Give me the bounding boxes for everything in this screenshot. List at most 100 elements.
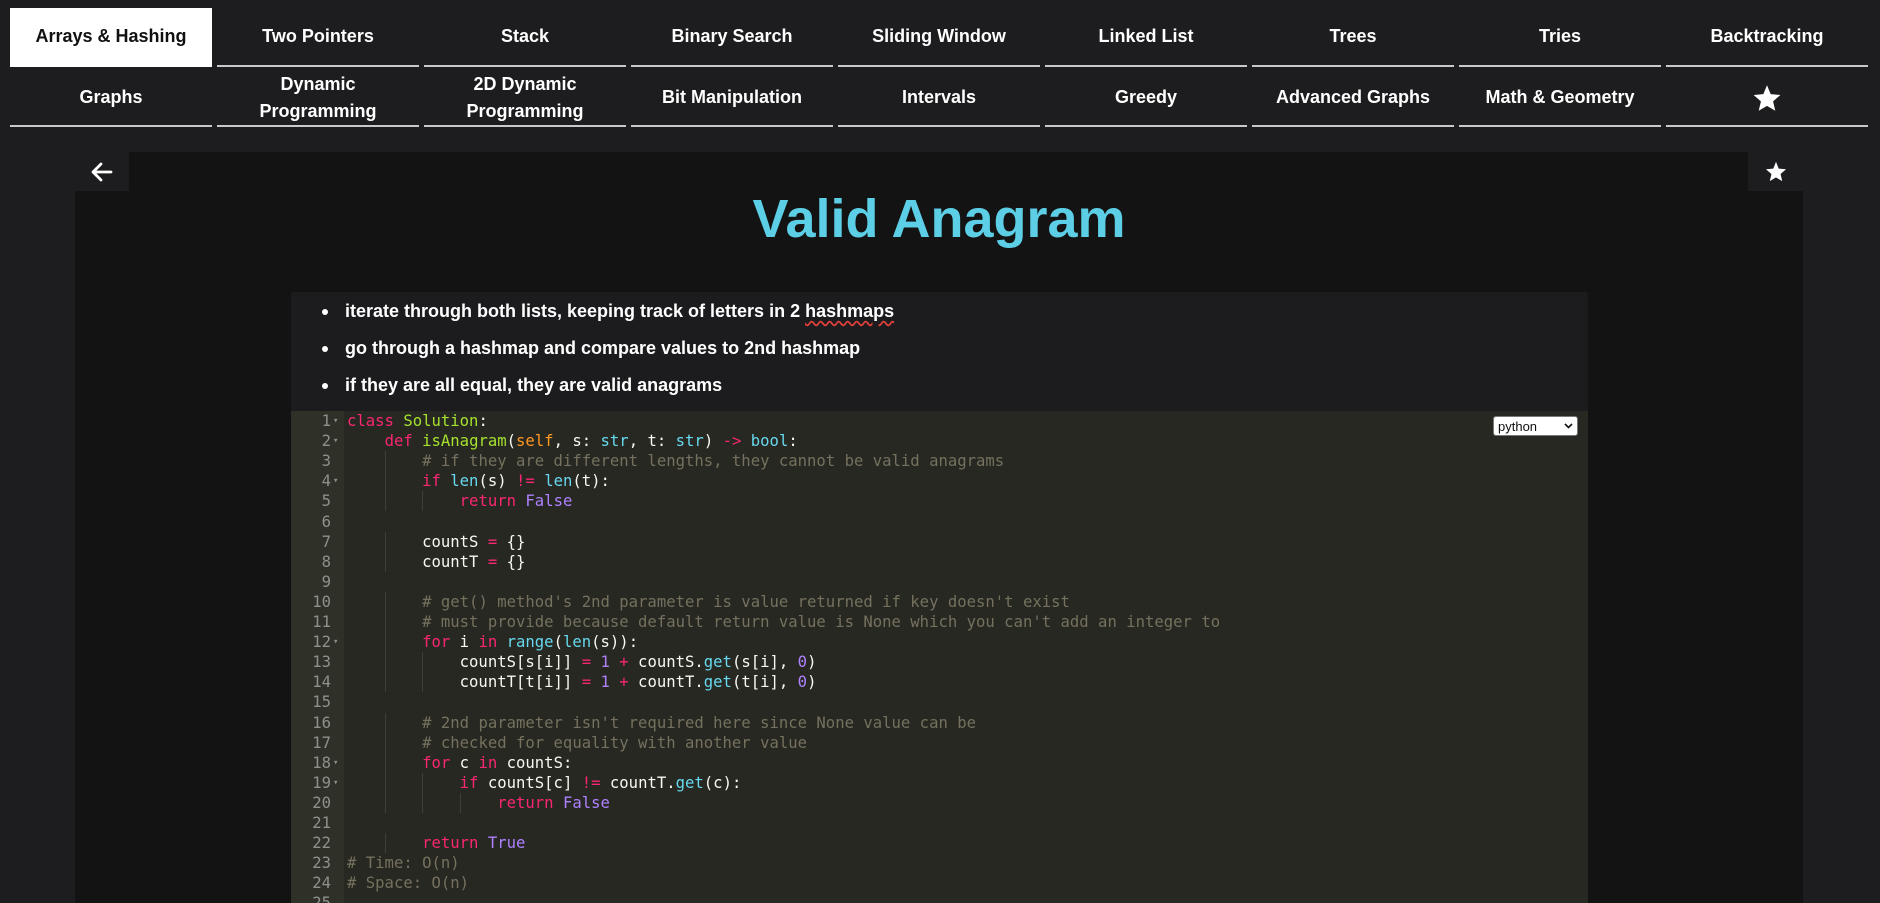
note-text: iterate through both lists, keeping trac… bbox=[345, 301, 806, 321]
code-line[interactable]: 4 ▾ if len(s) != len(t): bbox=[291, 471, 1588, 491]
code-text: # get() method's 2nd parameter is value … bbox=[422, 592, 1070, 611]
favorite-button[interactable] bbox=[1748, 152, 1803, 191]
indent-guide bbox=[422, 672, 424, 693]
line-number: 13 bbox=[312, 653, 331, 672]
line-number: 17 bbox=[312, 733, 331, 752]
approach-note: iterate through both lists, keeping trac… bbox=[291, 300, 1588, 337]
tab-dynamic-programming[interactable]: Dynamic Programming bbox=[217, 70, 419, 127]
code-line[interactable]: 15 bbox=[291, 692, 1588, 712]
code-text: # 2nd parameter isn't required here sinc… bbox=[422, 713, 977, 732]
code-line[interactable]: 19 ▾ if countS[c] != countT.get(c): bbox=[291, 773, 1588, 793]
code-line[interactable]: 8 countT = {} bbox=[291, 552, 1588, 572]
indent-guide bbox=[459, 792, 461, 813]
code-line[interactable]: 23 # Time: O(n) bbox=[291, 853, 1588, 873]
code-line[interactable]: 7 countS = {} bbox=[291, 532, 1588, 552]
line-number: 10 bbox=[312, 592, 331, 611]
code-line[interactable]: 25 bbox=[291, 893, 1588, 903]
tab-favorites[interactable] bbox=[1666, 70, 1868, 127]
code-line[interactable]: 10 # get() method's 2nd parameter is val… bbox=[291, 592, 1588, 612]
indent-guide bbox=[384, 471, 386, 492]
tab-arrays-and-hashing[interactable]: Arrays & Hashing bbox=[10, 8, 212, 67]
fold-arrow-icon[interactable]: ▾ bbox=[333, 632, 338, 652]
tab-2d-dynamic-programming[interactable]: 2D Dynamic Programming bbox=[424, 70, 626, 127]
problem-panel: Valid Anagram iterate through both lists… bbox=[75, 152, 1803, 903]
fold-arrow-icon[interactable]: ▾ bbox=[333, 753, 338, 773]
code-text: # Time: O(n) bbox=[347, 854, 460, 873]
indent-guide bbox=[384, 712, 386, 733]
line-number: 4 bbox=[321, 472, 331, 491]
tab-greedy[interactable]: Greedy bbox=[1045, 70, 1247, 127]
code-text: for c in countS: bbox=[422, 753, 573, 772]
code-line[interactable]: 24 # Space: O(n) bbox=[291, 873, 1588, 893]
topic-nav-row-2: Graphs Dynamic Programming 2D Dynamic Prog… bbox=[10, 70, 1868, 127]
code-line[interactable]: 12 ▾ for i in range(len(s)): bbox=[291, 632, 1588, 652]
code-text: class Solution: bbox=[347, 412, 488, 430]
tab-label: Stack bbox=[500, 26, 550, 46]
tab-backtracking[interactable]: Backtracking bbox=[1666, 8, 1868, 67]
tab-label: Graphs bbox=[79, 87, 143, 107]
tab-label: Tries bbox=[1538, 26, 1582, 46]
language-select[interactable]: python bbox=[1493, 416, 1578, 436]
tab-bit-manipulation[interactable]: Bit Manipulation bbox=[631, 70, 833, 127]
code-line[interactable]: 16 # 2nd parameter isn't required here s… bbox=[291, 713, 1588, 733]
tab-math-and-geometry[interactable]: Math & Geometry bbox=[1459, 70, 1661, 127]
indent-guide bbox=[422, 792, 424, 813]
code-text: if countS[c] != countT.get(c): bbox=[459, 773, 742, 792]
line-number: 18 bbox=[312, 753, 331, 772]
indent-guide bbox=[384, 612, 386, 633]
tab-graphs[interactable]: Graphs bbox=[10, 70, 212, 127]
code-line[interactable]: 21 bbox=[291, 813, 1588, 833]
tab-sliding-window[interactable]: Sliding Window bbox=[838, 8, 1040, 67]
tab-label: 2D Dynamic Programming bbox=[466, 73, 584, 121]
tab-label: Bit Manipulation bbox=[662, 87, 802, 107]
code-text: countS = {} bbox=[347, 532, 526, 551]
tab-label: Dynamic Programming bbox=[259, 73, 377, 121]
tab-intervals[interactable]: Intervals bbox=[838, 70, 1040, 127]
line-number: 1 bbox=[321, 412, 331, 430]
line-number: 23 bbox=[312, 854, 331, 873]
indent-guide bbox=[384, 792, 386, 813]
code-editor[interactable]: 1 ▾ class Solution: 2 ▾ def isAnagram(self, … bbox=[291, 411, 1588, 903]
back-button[interactable] bbox=[75, 152, 129, 191]
code-line[interactable]: 5 return False bbox=[291, 491, 1588, 511]
code-text: for i in range(len(s)): bbox=[422, 633, 639, 652]
code-line[interactable]: 20 return False bbox=[291, 793, 1588, 813]
code-line[interactable]: 18 ▾ for c in countS: bbox=[291, 753, 1588, 773]
code-line[interactable]: 9 bbox=[291, 572, 1588, 592]
code-line[interactable]: 6 bbox=[291, 512, 1588, 532]
app-root: Arrays & Hashing Two Pointers Stack Binary … bbox=[0, 0, 1880, 903]
arrow-left-icon bbox=[91, 162, 113, 181]
fold-arrow-icon[interactable]: ▾ bbox=[333, 411, 338, 431]
code-line[interactable]: 17 # checked for equality with another v… bbox=[291, 733, 1588, 753]
tab-linked-list[interactable]: Linked List bbox=[1045, 8, 1247, 67]
code-line[interactable]: 14 countT[t[i]] = 1 + countT.get(t[i], 0… bbox=[291, 672, 1588, 692]
line-number: 7 bbox=[321, 532, 331, 551]
topic-nav-row-1: Arrays & Hashing Two Pointers Stack Binary … bbox=[10, 8, 1868, 67]
fold-arrow-icon[interactable]: ▾ bbox=[333, 431, 338, 451]
code-line[interactable]: 11 # must provide because default return… bbox=[291, 612, 1588, 632]
tab-advanced-graphs[interactable]: Advanced Graphs bbox=[1252, 70, 1454, 127]
indent-guide bbox=[384, 591, 386, 612]
tab-binary-search[interactable]: Binary Search bbox=[631, 8, 833, 67]
fold-arrow-icon[interactable]: ▾ bbox=[333, 471, 338, 491]
code-line[interactable]: 3 # if they are different lengths, they … bbox=[291, 451, 1588, 471]
approach-notes: iterate through both lists, keeping trac… bbox=[291, 292, 1588, 411]
code-line[interactable]: 22 return True bbox=[291, 833, 1588, 853]
tab-label: Linked List bbox=[1098, 26, 1194, 46]
indent-guide bbox=[384, 833, 386, 854]
code-line[interactable]: 1 ▾ class Solution: bbox=[291, 411, 1588, 431]
indent-guide bbox=[384, 451, 386, 472]
line-number: 6 bbox=[321, 512, 331, 531]
line-number: 9 bbox=[321, 572, 331, 591]
code-line[interactable]: 13 countS[s[i]] = 1 + countS.get(s[i], 0… bbox=[291, 652, 1588, 672]
tab-trees[interactable]: Trees bbox=[1252, 8, 1454, 67]
tab-stack[interactable]: Stack bbox=[424, 8, 626, 67]
code-text: return False bbox=[459, 492, 573, 511]
tab-label: Two Pointers bbox=[262, 26, 374, 46]
code-line[interactable]: 2 ▾ def isAnagram(self, s: str, t: str) -… bbox=[291, 431, 1588, 451]
fold-arrow-icon[interactable]: ▾ bbox=[333, 773, 338, 793]
line-number: 3 bbox=[321, 452, 331, 471]
tab-two-pointers[interactable]: Two Pointers bbox=[217, 8, 419, 67]
tab-tries[interactable]: Tries bbox=[1459, 8, 1661, 67]
tab-label: Binary Search bbox=[671, 26, 793, 46]
